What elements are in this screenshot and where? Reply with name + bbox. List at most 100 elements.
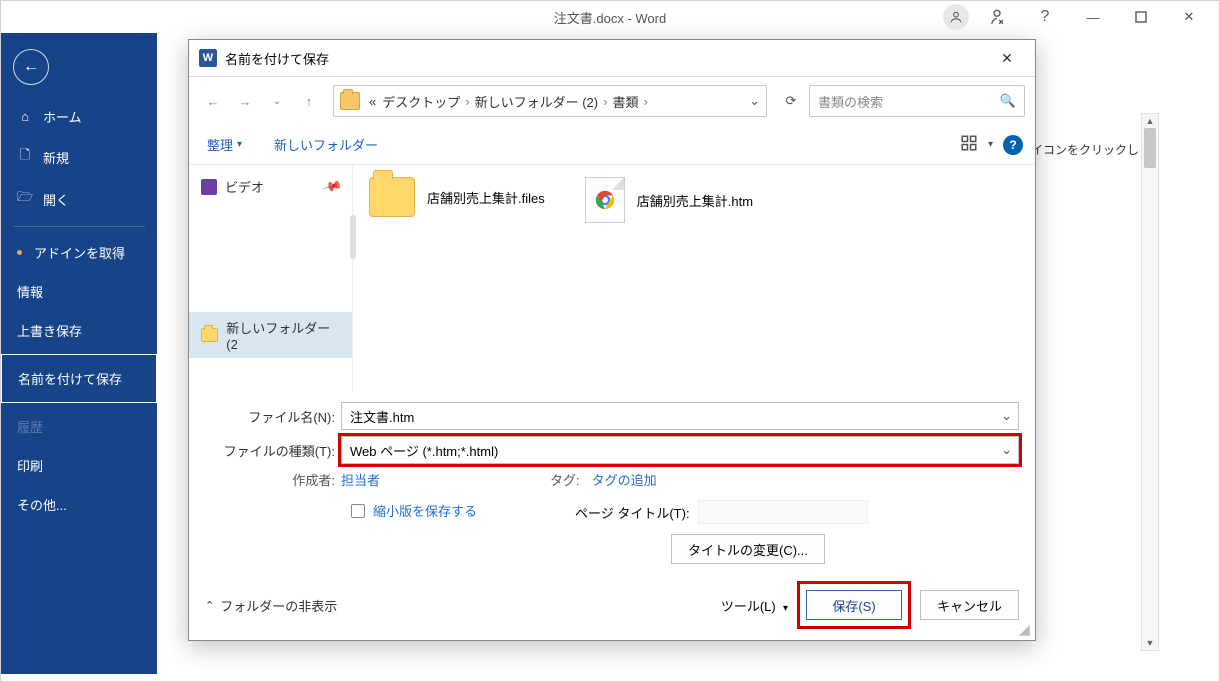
scroll-up-icon[interactable]: ▲ xyxy=(1142,114,1158,128)
tree-item-video[interactable]: ビデオ 📌 xyxy=(189,171,352,202)
sidebar-item-other[interactable]: その他... xyxy=(1,485,157,524)
tree-splitter[interactable] xyxy=(350,215,356,259)
dialog-close-icon[interactable]: ✕ xyxy=(989,46,1025,70)
scroll-thumb[interactable] xyxy=(1144,128,1156,168)
tree-label: 新しいフォルダー (2 xyxy=(226,318,340,352)
pagetitle-input[interactable] xyxy=(698,500,868,524)
search-input[interactable]: 書類の検索 🔍 xyxy=(809,85,1025,117)
hide-folders-label: フォルダーの非表示 xyxy=(220,596,337,615)
breadcrumb-item[interactable]: デスクトップ xyxy=(379,92,463,111)
dialog-navbar: ← → ⌄ ↑ « デスクトップ › 新しいフォルダー (2) › 書類 › ⌄… xyxy=(189,77,1035,125)
sidebar-item-getaddin[interactable]: アドインを取得 xyxy=(1,233,157,272)
tag-label: タグ: xyxy=(550,470,586,489)
folder-icon xyxy=(201,328,218,342)
maximize-icon[interactable] xyxy=(1121,3,1161,31)
file-pane[interactable]: 店舗別売上集計.files 店舗別売上集計.htm xyxy=(353,165,1035,392)
chevron-down-icon: ▾ xyxy=(237,139,242,150)
dialog-footer: ⌃ フォルダーの非表示 ツール(L) ▾ 保存(S) キャンセル xyxy=(189,570,1035,640)
thumbnail-checkbox[interactable] xyxy=(351,504,365,518)
sidebar-label: ホーム xyxy=(43,107,82,126)
folder-icon xyxy=(340,92,360,110)
file-item[interactable]: 店舗別売上集計.htm xyxy=(585,177,753,223)
change-title-button[interactable]: タイトルの変更(C)... xyxy=(671,534,825,564)
dialog-body: ビデオ 📌 新しいフォルダー (2 店舗別売上集計.files 店舗別売上集計.… xyxy=(189,165,1035,392)
account-icon[interactable] xyxy=(943,4,969,30)
pagetitle-label: ページ タイトル(T): xyxy=(575,503,690,522)
nav-forward-icon[interactable]: → xyxy=(231,87,259,115)
tag-input[interactable]: タグの追加 xyxy=(592,470,657,489)
refresh-icon[interactable]: ⟳ xyxy=(777,87,805,115)
sidebar-label: 開く xyxy=(43,190,69,209)
address-bar[interactable]: « デスクトップ › 新しいフォルダー (2) › 書類 › ⌄ xyxy=(333,85,767,117)
search-placeholder: 書類の検索 xyxy=(818,92,883,111)
folder-tree: ビデオ 📌 新しいフォルダー (2 xyxy=(189,165,353,392)
tree-label: ビデオ xyxy=(225,177,264,196)
folder-icon xyxy=(369,177,415,217)
backstage-sidebar: ← ⌂ホーム 🗋新規 🗁 開く アドインを取得 情報 上書き保存 名前を付けて保存… xyxy=(1,33,157,674)
address-dropdown-icon[interactable]: ⌄ xyxy=(749,93,760,109)
chevron-right-icon: › xyxy=(641,94,649,109)
help-icon[interactable]: ? xyxy=(1025,3,1065,31)
sidebar-item-saveas[interactable]: 名前を付けて保存 xyxy=(1,354,157,403)
bullet-icon xyxy=(17,250,22,255)
dialog-toolbar: 整理▾ 新しいフォルダー ▾ ? xyxy=(189,125,1035,165)
sidebar-item-print[interactable]: 印刷 xyxy=(1,446,157,485)
minimize-icon[interactable]: ― xyxy=(1073,3,1113,31)
chevron-up-icon: ⌃ xyxy=(205,599,214,612)
filename-value: 注文書.htm xyxy=(350,407,414,426)
sidebar-label: 新規 xyxy=(43,148,69,167)
help-icon[interactable]: ? xyxy=(1003,135,1023,155)
sidebar-label: 履歴 xyxy=(17,417,43,436)
sidebar-item-new[interactable]: 🗋新規 xyxy=(1,136,157,178)
tree-item-newfolder[interactable]: 新しいフォルダー (2 xyxy=(189,312,352,358)
filetype-select[interactable]: Web ページ (*.htm;*.html) ⌄ xyxy=(341,436,1019,464)
close-icon[interactable]: ✕ xyxy=(1169,3,1209,31)
breadcrumb-prefix: « xyxy=(366,94,379,109)
pin-icon[interactable]: 📌 xyxy=(321,176,343,198)
video-icon xyxy=(201,179,217,195)
nav-up-icon[interactable]: ↑ xyxy=(295,87,323,115)
save-button[interactable]: 保存(S) xyxy=(806,590,902,620)
cancel-button[interactable]: キャンセル xyxy=(920,590,1019,620)
chevron-down-icon: ▾ xyxy=(783,603,788,614)
document-scrollbar[interactable]: ▲ ▼ xyxy=(1141,113,1159,651)
open-icon: 🗁 xyxy=(17,188,33,210)
chevron-right-icon: › xyxy=(463,94,471,109)
divider xyxy=(13,226,145,227)
file-item[interactable]: 店舗別売上集計.files xyxy=(369,177,545,217)
breadcrumb-item[interactable]: 書類 xyxy=(609,92,641,111)
back-button[interactable]: ← xyxy=(13,49,49,85)
sidebar-item-info[interactable]: 情報 xyxy=(1,272,157,311)
sidebar-item-home[interactable]: ⌂ホーム xyxy=(1,97,157,136)
save-as-dialog: W 名前を付けて保存 ✕ ← → ⌄ ↑ « デスクトップ › 新しいフォルダー… xyxy=(188,39,1036,641)
breadcrumb-item[interactable]: 新しいフォルダー (2) xyxy=(472,92,602,111)
hide-folders-button[interactable]: ⌃ フォルダーの非表示 xyxy=(205,596,337,615)
filename-input[interactable]: 注文書.htm ⌄ xyxy=(341,402,1019,430)
comingsoon-icon[interactable] xyxy=(977,3,1017,31)
thumbnail-label[interactable]: 縮小版を保存する xyxy=(373,501,477,520)
sidebar-item-history: 履歴 xyxy=(1,407,157,446)
sidebar-item-open[interactable]: 🗁 開く xyxy=(1,178,157,220)
chevron-down-icon[interactable]: ⌄ xyxy=(1001,442,1012,458)
sidebar-label: その他... xyxy=(17,495,67,514)
app-titlebar: 注文書.docx - Word ? ― ✕ xyxy=(1,1,1219,33)
sidebar-label: アドインを取得 xyxy=(34,243,125,262)
dialog-title: 名前を付けて保存 xyxy=(225,49,329,68)
nav-recent-icon[interactable]: ⌄ xyxy=(263,87,291,115)
author-value[interactable]: 担当者 xyxy=(341,470,380,489)
filetype-value: Web ページ (*.htm;*.html) xyxy=(350,441,498,460)
author-label: 作成者: xyxy=(205,470,341,489)
sidebar-label: 印刷 xyxy=(17,456,43,475)
sidebar-label: 情報 xyxy=(17,282,43,301)
tools-button[interactable]: ツール(L) ▾ xyxy=(721,596,788,615)
newfolder-button[interactable]: 新しいフォルダー xyxy=(268,131,384,158)
chevron-down-icon[interactable]: ▾ xyxy=(988,139,993,150)
dialog-fields: ファイル名(N): 注文書.htm ⌄ ファイルの種類(T): Web ページ … xyxy=(189,392,1035,570)
scroll-down-icon[interactable]: ▼ xyxy=(1142,636,1158,650)
sidebar-item-overwrite[interactable]: 上書き保存 xyxy=(1,311,157,350)
nav-back-icon[interactable]: ← xyxy=(199,87,227,115)
resize-grip-icon[interactable]: ◢ xyxy=(1019,624,1033,638)
organize-button[interactable]: 整理▾ xyxy=(201,131,248,158)
chevron-down-icon[interactable]: ⌄ xyxy=(1001,408,1012,424)
view-mode-icon[interactable] xyxy=(960,134,978,155)
